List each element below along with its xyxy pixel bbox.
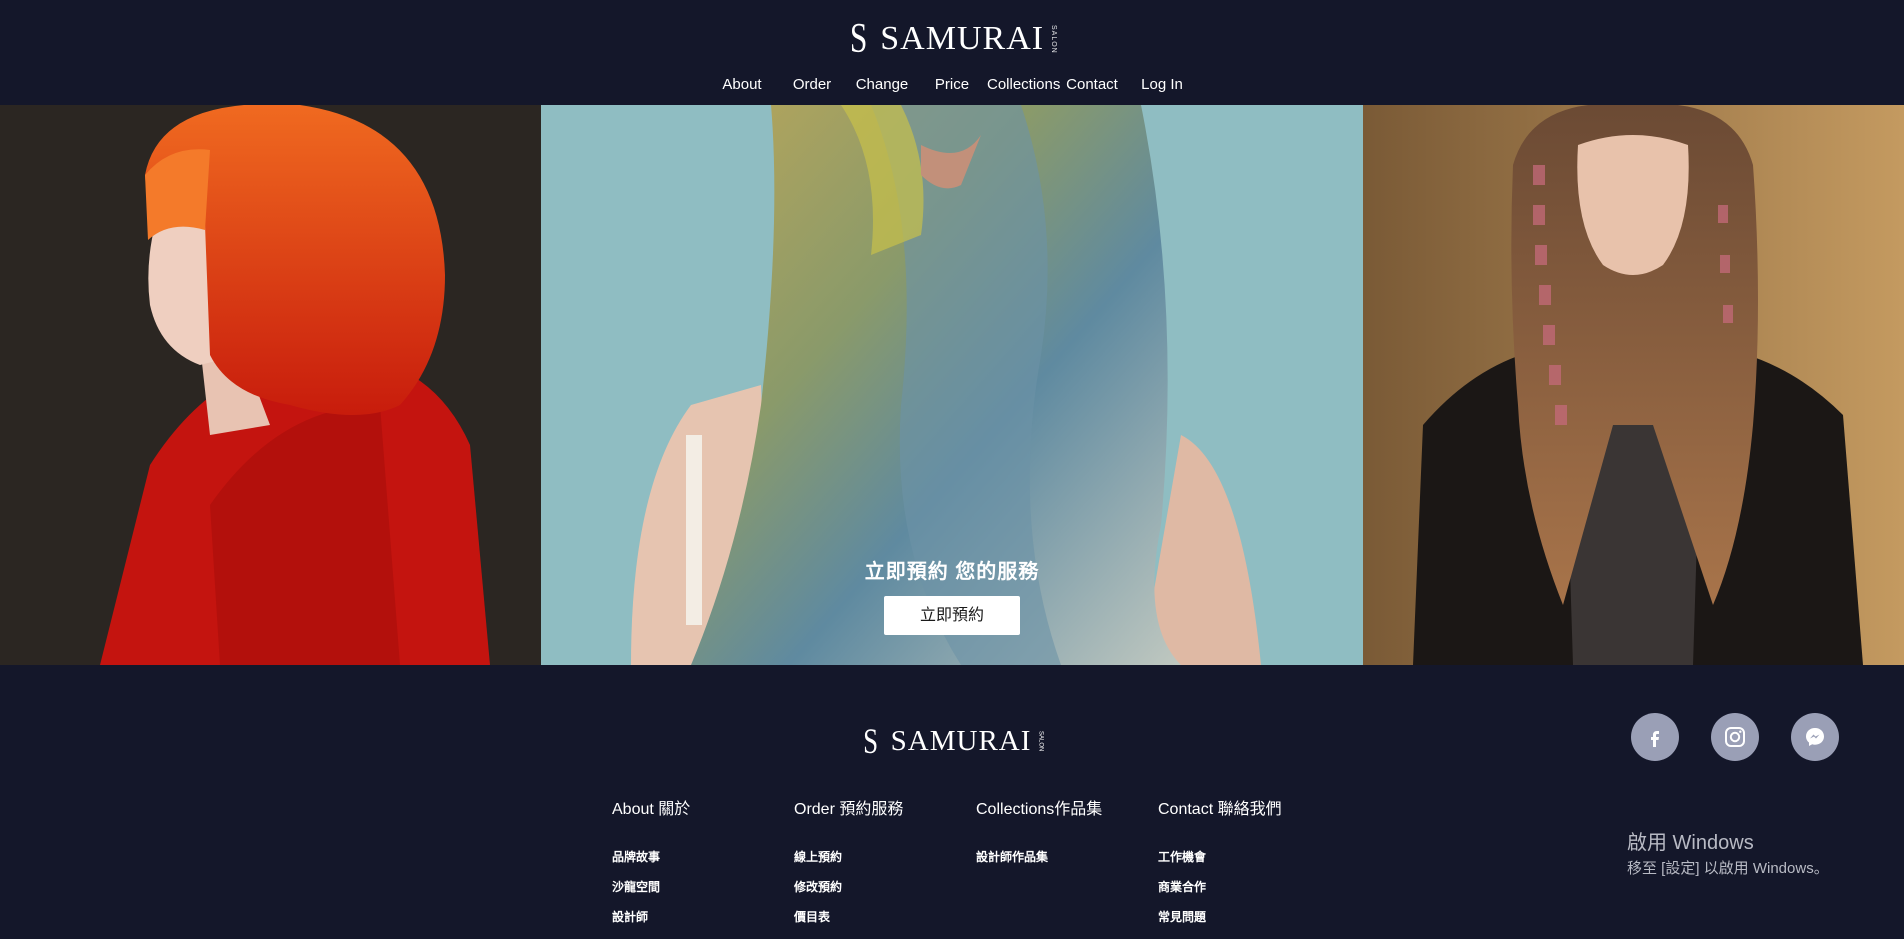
messenger-icon [1806, 728, 1824, 746]
footer-col-title[interactable]: Contact 聯絡我們 [1158, 795, 1338, 819]
footer-col-collections: Collections作品集 設計師作品集 [976, 795, 1156, 879]
nav-contact[interactable]: Contact [1057, 76, 1127, 93]
footer-col-about: About 關於 品牌故事 沙龍空間 設計師 [612, 795, 792, 939]
footer-link-online-booking[interactable]: 線上預約 [794, 849, 974, 879]
nav-collections[interactable]: Collections [987, 76, 1060, 93]
logo-mark: S [849, 16, 868, 62]
footer-link-designer-portfolio[interactable]: 設計師作品集 [976, 849, 1156, 879]
messenger-button[interactable] [1791, 713, 1839, 761]
footer-col-title[interactable]: Order 預約服務 [794, 795, 974, 819]
instagram-icon [1725, 727, 1745, 747]
footer-logo-mark: S [863, 721, 879, 761]
footer-link-modify-booking[interactable]: 修改預約 [794, 879, 974, 909]
windows-activation-watermark: 啟用 Windows 移至 [設定] 以啟用 Windows。 [1627, 826, 1829, 878]
footer-link-business[interactable]: 商業合作 [1158, 879, 1338, 909]
footer-logo-subtitle: SALON [1037, 730, 1044, 752]
footer-link-designers[interactable]: 設計師 [612, 909, 792, 939]
footer-col-title[interactable]: Collections作品集 [976, 795, 1156, 819]
footer-logo[interactable]: S SAMURAI SALON [861, 720, 1044, 762]
brand-logo[interactable]: S SAMURAI SALON [847, 18, 1057, 60]
nav-price[interactable]: Price [917, 76, 987, 93]
footer-link-price-list[interactable]: 價目表 [794, 909, 974, 939]
book-now-button[interactable]: 立即預約 [884, 596, 1020, 635]
main-nav: About Order Change Price Collections Con… [0, 76, 1904, 93]
nav-order[interactable]: Order [777, 76, 847, 93]
footer-col-order: Order 預約服務 線上預約 修改預約 價目表 [794, 795, 974, 939]
footer-link-salon-space[interactable]: 沙龍空間 [612, 879, 792, 909]
footer-col-contact: Contact 聯絡我們 工作機會 商業合作 常見問題 [1158, 795, 1338, 939]
site-header: S SAMURAI SALON About Order Change Price… [0, 0, 1904, 105]
footer-link-jobs[interactable]: 工作機會 [1158, 849, 1338, 879]
instagram-button[interactable] [1711, 713, 1759, 761]
footer-link-brand-story[interactable]: 品牌故事 [612, 849, 792, 879]
nav-login[interactable]: Log In [1127, 76, 1197, 93]
footer-col-title[interactable]: About 關於 [612, 795, 792, 819]
footer-logo-wordmark: SAMURAI [890, 724, 1032, 757]
watermark-subtitle: 移至 [設定] 以啟用 Windows。 [1627, 860, 1829, 877]
social-links [1631, 713, 1839, 761]
hero-cta: 立即預約 您的服務 立即預約 [0, 555, 1904, 635]
facebook-icon [1651, 731, 1659, 747]
nav-change[interactable]: Change [847, 76, 917, 93]
logo-subtitle: SALON [1050, 24, 1058, 54]
watermark-title: 啟用 Windows [1627, 832, 1754, 854]
footer-link-faq[interactable]: 常見問題 [1158, 909, 1338, 939]
nav-about[interactable]: About [707, 76, 777, 93]
facebook-button[interactable] [1631, 713, 1679, 761]
logo-wordmark: SAMURAI [880, 20, 1045, 57]
hero-gallery: 立即預約 您的服務 立即預約 [0, 105, 1904, 665]
hero-headline: 立即預約 您的服務 [864, 561, 1040, 583]
